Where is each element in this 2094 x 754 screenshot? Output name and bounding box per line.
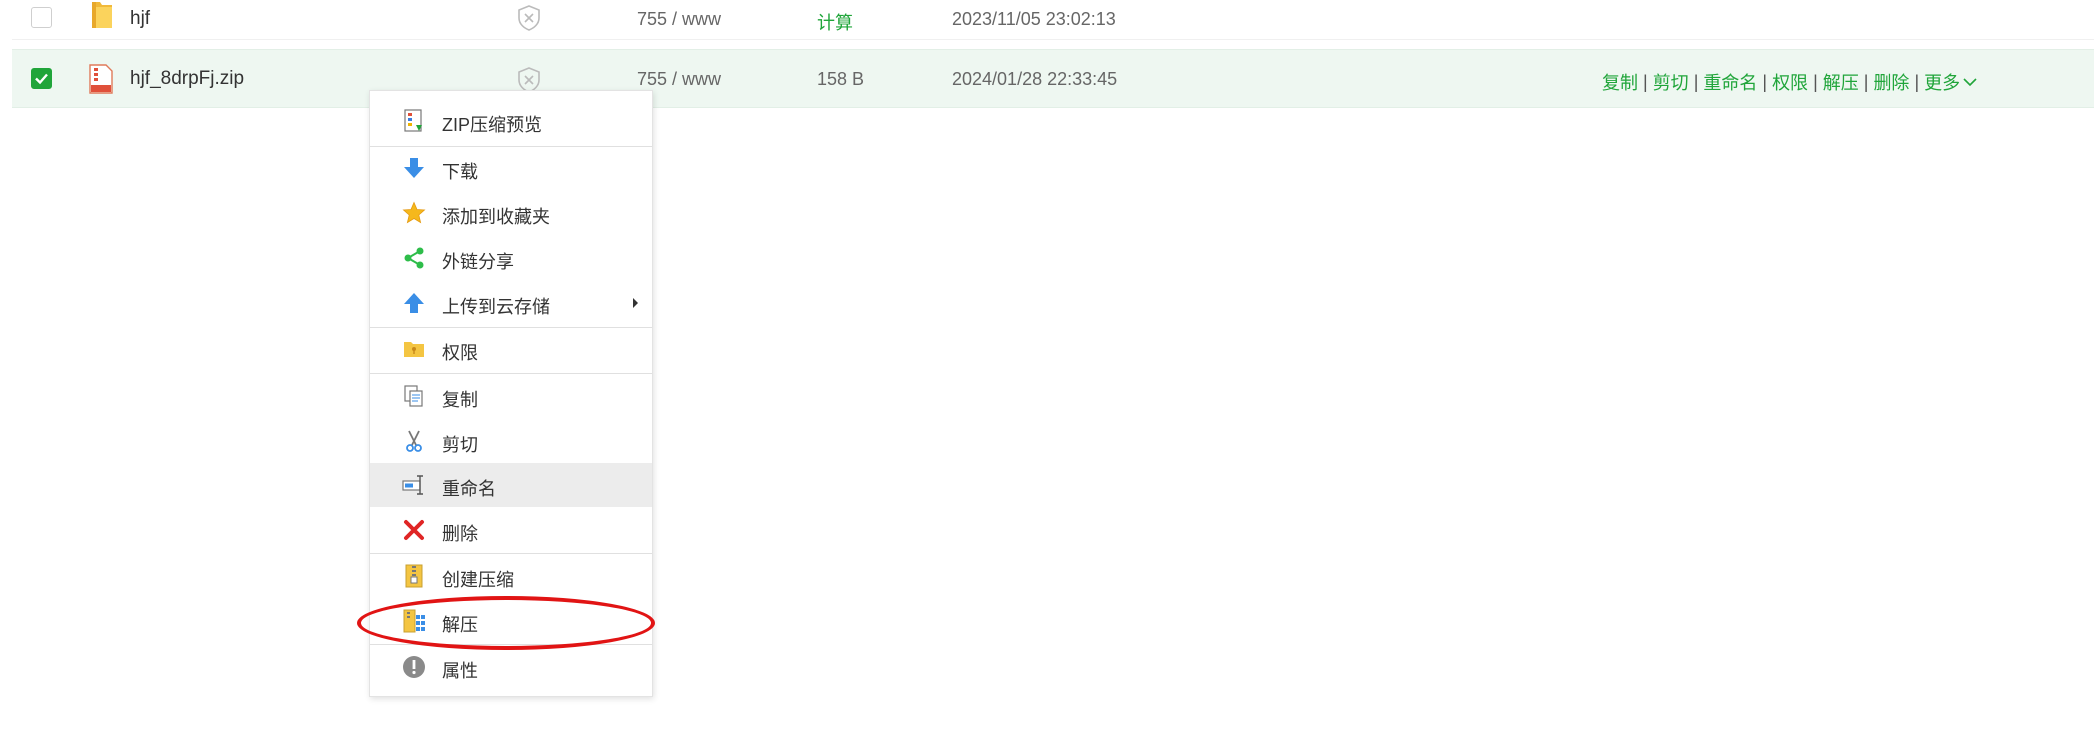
row-operations: 复制 | 剪切 | 重命名 | 权限 | 解压 | 删除 | 更多 bbox=[1602, 69, 1977, 95]
menu-item-label: 重命名 bbox=[442, 479, 496, 499]
upload-arrow-icon bbox=[402, 291, 426, 315]
op-copy-link[interactable]: 复制 bbox=[1602, 69, 1638, 95]
menu-item-extract[interactable]: 解压 bbox=[370, 599, 652, 643]
menu-item-label: 属性 bbox=[442, 661, 478, 681]
menu-item-upload-cloud[interactable]: 上传到云存储 bbox=[370, 281, 652, 325]
zip-preview-icon bbox=[402, 109, 426, 133]
op-separator: | bbox=[1693, 71, 1699, 92]
menu-item-label: 下载 bbox=[442, 162, 478, 182]
download-arrow-icon bbox=[402, 156, 426, 180]
menu-item-label: 权限 bbox=[442, 343, 478, 363]
menu-item-download[interactable]: 下载 bbox=[370, 146, 652, 190]
op-separator: | bbox=[1762, 71, 1768, 92]
chevron-down-icon[interactable] bbox=[1963, 77, 1977, 87]
op-more-link[interactable]: 更多 bbox=[1924, 69, 1960, 95]
menu-item-label: 删除 bbox=[442, 524, 478, 544]
menu-item-rename[interactable]: 重命名 bbox=[370, 463, 652, 507]
rename-icon bbox=[402, 473, 426, 497]
delete-x-icon bbox=[402, 518, 426, 542]
table-row-selected[interactable]: hjf_8drpFj.zip 755 / www 158 B 2024/01/2… bbox=[12, 49, 2094, 108]
op-delete-link[interactable]: 删除 bbox=[1873, 69, 1909, 95]
menu-item-label: 外链分享 bbox=[442, 252, 514, 272]
menu-item-share-link[interactable]: 外链分享 bbox=[370, 236, 652, 280]
menu-item-label: ZIP压缩预览 bbox=[442, 115, 543, 135]
menu-item-label: 添加到收藏夹 bbox=[442, 207, 550, 227]
op-separator: | bbox=[1914, 71, 1920, 92]
menu-item-label: 创建压缩 bbox=[442, 570, 514, 590]
menu-item-zip-preview[interactable]: ZIP压缩预览 bbox=[370, 99, 652, 143]
file-size: 158 B bbox=[817, 69, 865, 89]
scissors-icon bbox=[402, 429, 426, 453]
file-name[interactable]: hjf bbox=[130, 8, 150, 30]
row-checkbox[interactable] bbox=[31, 7, 52, 28]
copy-icon bbox=[402, 384, 426, 408]
file-name[interactable]: hjf_8drpFj.zip bbox=[130, 68, 244, 90]
extract-archive-icon bbox=[402, 609, 426, 633]
checkmark-icon bbox=[35, 73, 48, 85]
menu-item-create-archive[interactable]: 创建压缩 bbox=[370, 554, 652, 598]
properties-info-icon bbox=[402, 655, 426, 679]
row-checkbox[interactable] bbox=[31, 68, 52, 89]
table-row[interactable]: hjf 755 / www 计算 2023/11/05 23:02:13 bbox=[12, 0, 2094, 40]
submenu-arrow-icon bbox=[633, 298, 638, 308]
menu-item-label: 上传到云存储 bbox=[442, 297, 550, 317]
create-archive-icon bbox=[402, 564, 426, 588]
modified-time: 2024/01/28 22:33:45 bbox=[952, 69, 1118, 89]
permission-folder-icon bbox=[402, 337, 426, 361]
protection-shield-icon[interactable] bbox=[516, 4, 542, 37]
modified-time: 2023/11/05 23:02:13 bbox=[952, 9, 1116, 29]
share-icon bbox=[402, 246, 426, 270]
folder-icon bbox=[88, 0, 116, 35]
menu-item-permission[interactable]: 权限 bbox=[370, 327, 652, 371]
op-separator: | bbox=[1643, 71, 1648, 92]
op-separator: | bbox=[1813, 71, 1818, 92]
menu-item-cut[interactable]: 剪切 bbox=[370, 419, 652, 463]
op-cut-link[interactable]: 剪切 bbox=[1653, 69, 1689, 95]
menu-item-copy[interactable]: 复制 bbox=[370, 374, 652, 418]
star-icon bbox=[402, 201, 426, 225]
menu-item-add-favorite[interactable]: 添加到收藏夹 bbox=[370, 191, 652, 235]
op-extract-link[interactable]: 解压 bbox=[1823, 69, 1859, 95]
menu-item-delete[interactable]: 删除 bbox=[370, 508, 652, 552]
permission-owner[interactable]: 755 / www bbox=[637, 69, 721, 90]
menu-item-properties[interactable]: 属性 bbox=[370, 645, 652, 689]
op-rename-link[interactable]: 重命名 bbox=[1703, 69, 1757, 95]
context-menu: ZIP压缩预览 下载 添加到收藏夹 外链分享 上传到云存储 权限 复制 剪切 重… bbox=[369, 90, 653, 697]
size-calculate-link[interactable]: 计算 bbox=[817, 9, 853, 35]
zip-file-icon bbox=[88, 64, 114, 99]
menu-item-label: 解压 bbox=[442, 615, 478, 635]
menu-item-label: 复制 bbox=[442, 390, 478, 410]
op-separator: | bbox=[1863, 71, 1869, 92]
menu-item-label: 剪切 bbox=[442, 435, 478, 455]
permission-owner[interactable]: 755 / www bbox=[637, 9, 721, 30]
op-permission-link[interactable]: 权限 bbox=[1772, 69, 1808, 95]
